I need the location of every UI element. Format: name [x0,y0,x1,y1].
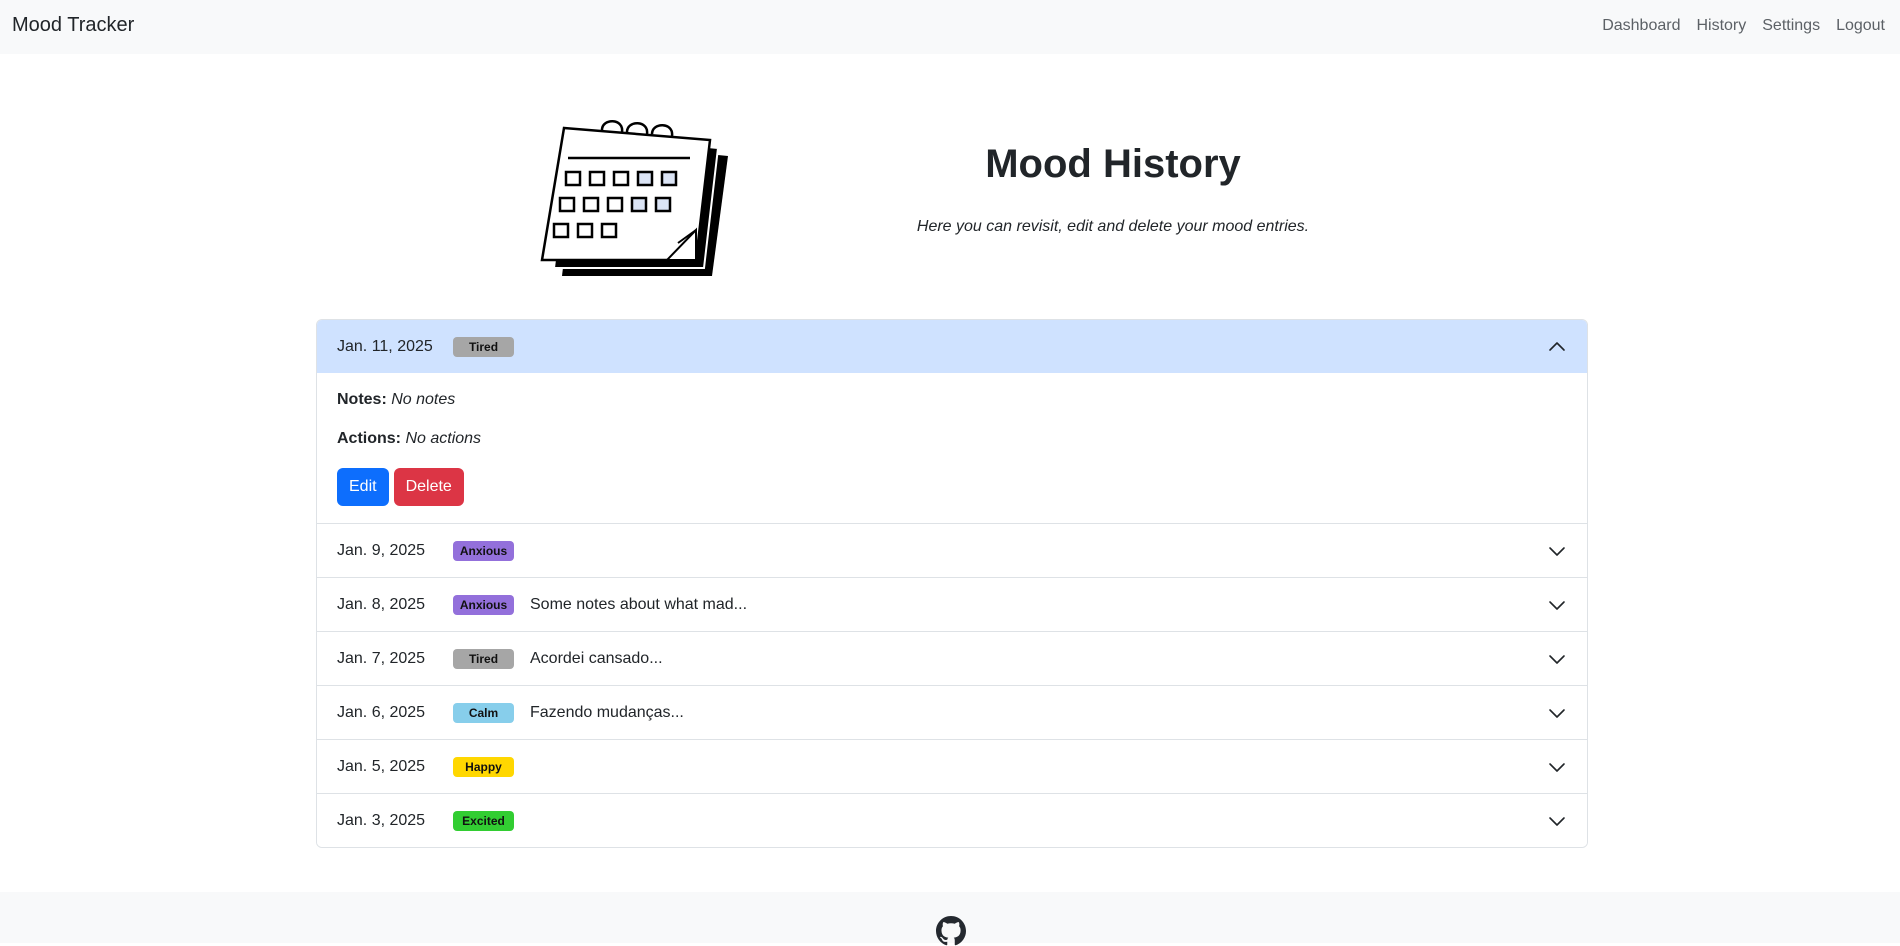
entry-header[interactable]: Jan. 9, 2025 Anxious [317,524,1587,577]
entry-note-preview: Fazendo mudanças... [530,703,684,721]
entry-item: Jan. 3, 2025 Excited [317,794,1587,847]
nav-links: Dashboard History Settings Logout [1602,17,1885,35]
entry-note-preview: Some notes about what mad... [530,595,748,613]
entry-item: Jan. 9, 2025 Anxious [317,524,1587,578]
entry-date: Jan. 8, 2025 [337,595,426,613]
page-subtitle: Here you can revisit, edit and delete yo… [916,218,1310,235]
entry-header[interactable]: Jan. 11, 2025 Tired [317,320,1587,373]
nav-settings[interactable]: Settings [1762,17,1820,35]
entry-date: Jan. 6, 2025 [337,703,426,721]
notes-line: Notes: No notes [337,391,1567,409]
entry-header[interactable]: Jan. 7, 2025 Tired Acordei cansado... [317,632,1587,685]
entry-note-preview: Acordei cansado... [530,649,663,667]
nav-logout[interactable]: Logout [1836,17,1885,35]
mood-badge: Tired [453,648,514,669]
entry-date: Jan. 3, 2025 [337,811,426,829]
chevron-down-icon[interactable] [1547,541,1567,561]
page-title: Mood History [985,142,1241,186]
chevron-down-icon[interactable] [1547,649,1567,669]
navbar: Mood Tracker Dashboard History Settings … [0,0,1900,54]
chevron-up-icon[interactable] [1547,337,1567,357]
chevron-down-icon[interactable] [1547,757,1567,777]
entry-date: Jan. 7, 2025 [337,649,426,667]
nav-dashboard[interactable]: Dashboard [1602,17,1680,35]
entry-header[interactable]: Jan. 3, 2025 Excited [317,794,1587,847]
delete-button[interactable]: Delete [393,468,464,506]
mood-badge: Excited [453,810,514,831]
mood-badge: Calm [453,702,514,723]
calendar-icon [540,120,728,276]
entry-item: Jan. 8, 2025 Anxious Some notes about wh… [317,578,1587,632]
entry-header[interactable]: Jan. 5, 2025 Happy [317,740,1587,793]
entry-header[interactable]: Jan. 8, 2025 Anxious Some notes about wh… [317,578,1587,631]
chevron-down-icon[interactable] [1547,595,1567,615]
brand-link[interactable]: Mood Tracker [12,14,134,37]
notes-value: No notes [391,391,456,408]
entry-date: Jan. 5, 2025 [337,757,426,775]
github-icon[interactable] [936,916,966,946]
entry-item: Jan. 7, 2025 Tired Acordei cansado... [317,632,1587,686]
mood-badge: Happy [453,756,514,777]
entry-buttons: Edit Delete [337,468,1567,506]
chevron-down-icon[interactable] [1547,811,1567,831]
actions-line: Actions: No actions [337,430,1567,448]
notes-label: Notes: [337,391,387,408]
chevron-down-icon[interactable] [1547,703,1567,723]
entry-item: Jan. 5, 2025 Happy [317,740,1587,794]
entry-date: Jan. 11, 2025 [337,337,433,355]
entry-header[interactable]: Jan. 6, 2025 Calm Fazendo mudanças... [317,686,1587,739]
mood-badge: Anxious [453,540,514,561]
nav-history[interactable]: History [1696,17,1746,35]
entry-date: Jan. 9, 2025 [337,541,426,559]
edit-button[interactable]: Edit [337,468,389,506]
entry-body: Notes: No notes Actions: No actions Edit… [317,373,1587,523]
mood-badge: Anxious [453,594,514,615]
mood-badge: Tired [453,336,514,357]
actions-label: Actions: [337,430,401,447]
entry-item: Jan. 6, 2025 Calm Fazendo mudanças... [317,686,1587,740]
actions-value: No actions [405,430,482,447]
mood-history-accordion: Jan. 11, 2025 Tired Notes: No notes Acti… [316,319,1588,848]
entry-item: Jan. 11, 2025 Tired Notes: No notes Acti… [317,320,1587,524]
